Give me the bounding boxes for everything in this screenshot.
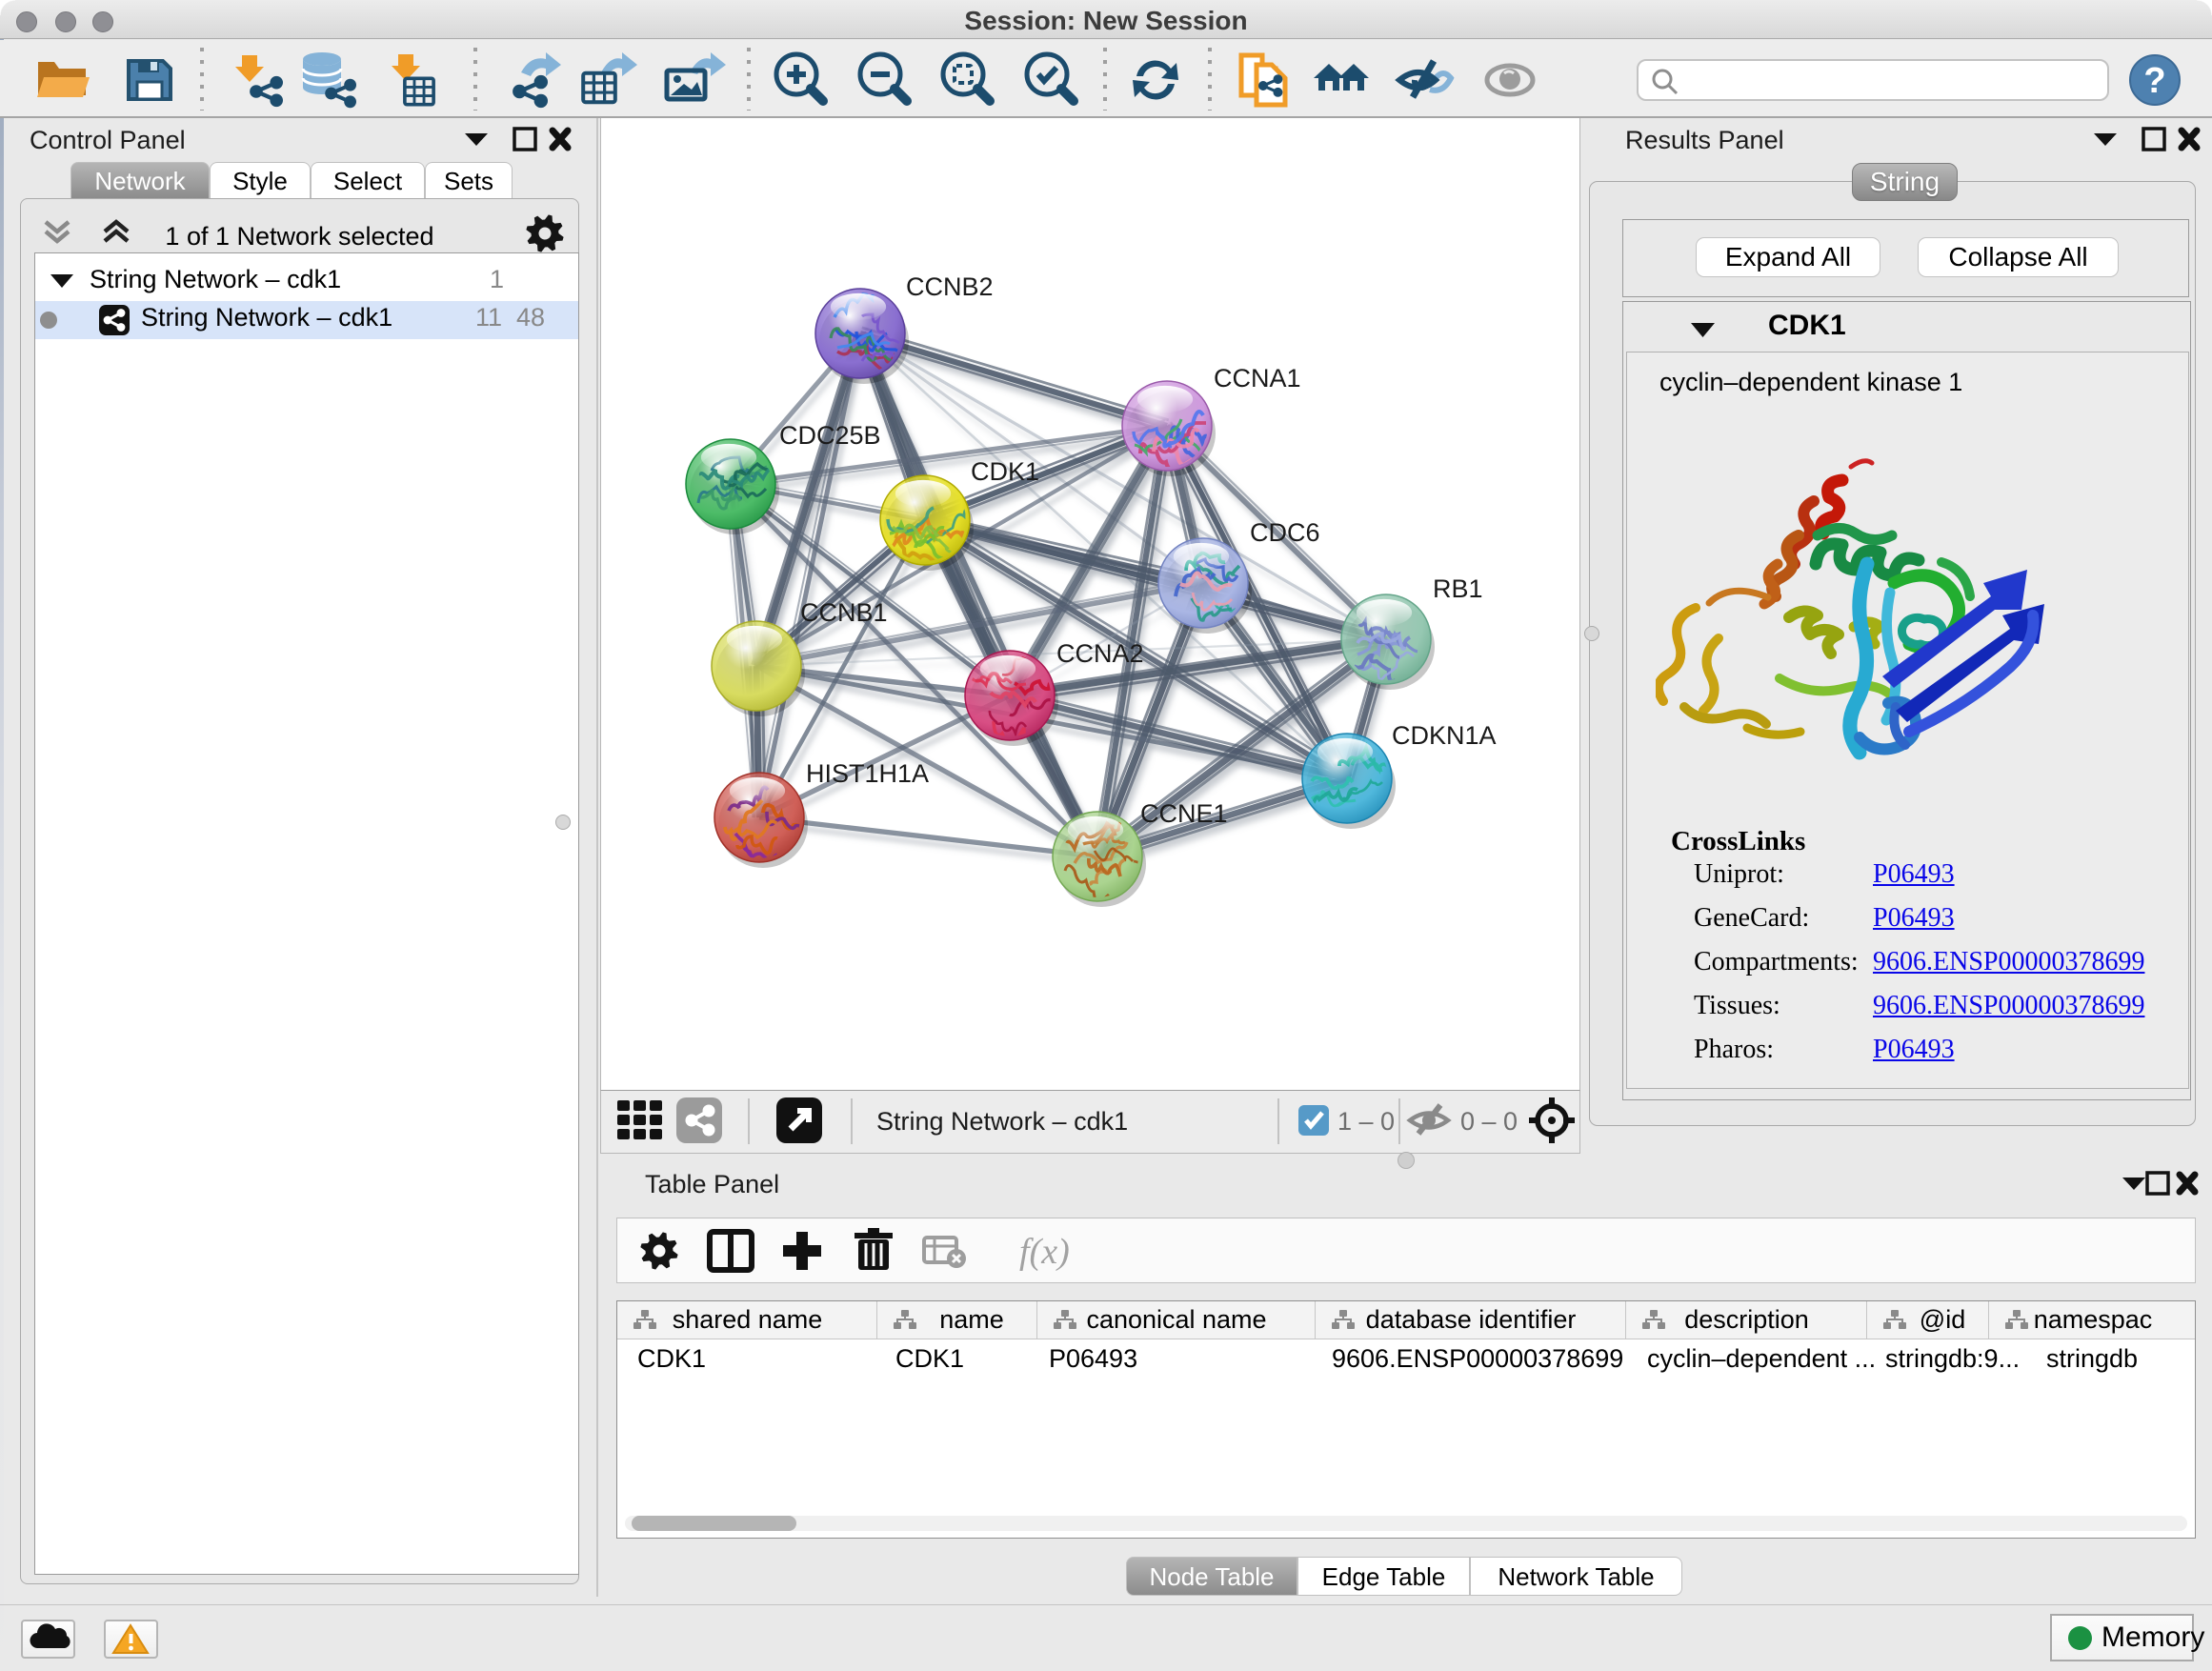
svg-text:HIST1H1A: HIST1H1A	[806, 759, 929, 788]
svg-text:CDC25B: CDC25B	[779, 421, 881, 450]
svg-text:CCNE1: CCNE1	[1140, 799, 1228, 828]
svg-text:CDC6: CDC6	[1250, 518, 1320, 547]
svg-text:String Network – cdk1: String Network – cdk1	[876, 1107, 1128, 1136]
svg-text:CCNA1: CCNA1	[1214, 364, 1301, 393]
svg-text:CCNA2: CCNA2	[1056, 639, 1144, 668]
svg-text:RB1: RB1	[1433, 574, 1483, 603]
svg-text:?: ?	[2143, 61, 2165, 101]
svg-text:0 – 0: 0 – 0	[1460, 1107, 1518, 1136]
svg-text:CDKN1A: CDKN1A	[1392, 721, 1497, 750]
svg-text:1 – 0: 1 – 0	[1337, 1107, 1395, 1136]
svg-text:CCNB1: CCNB1	[800, 598, 888, 627]
svg-text:CDK1: CDK1	[971, 457, 1039, 486]
svg-text:f(x): f(x)	[1019, 1232, 1070, 1272]
svg-text:CCNB2: CCNB2	[906, 272, 994, 301]
